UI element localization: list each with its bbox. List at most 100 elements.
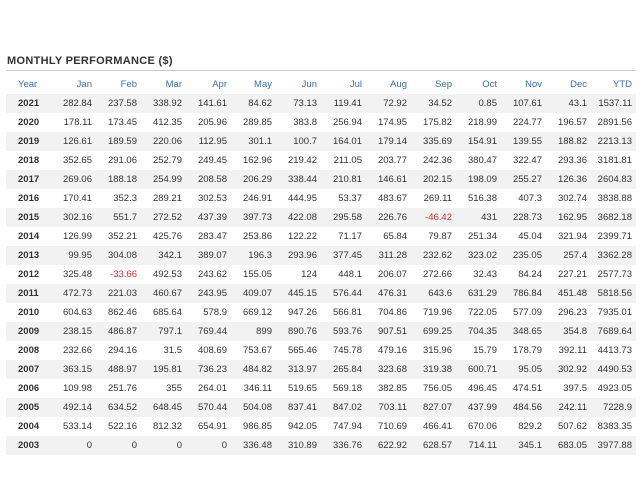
value-cell: 704.86	[366, 303, 411, 322]
value-cell: 206.29	[231, 170, 276, 189]
value-cell: 827.07	[411, 398, 456, 417]
year-cell: 2021	[6, 94, 51, 113]
value-cell: 282.84	[51, 94, 96, 113]
value-cell: 486.87	[96, 322, 141, 341]
column-header-oct: Oct	[482, 79, 497, 90]
value-cell: 71.17	[321, 227, 366, 246]
ytd-cell: 2399.71	[591, 227, 636, 246]
value-cell: 348.65	[501, 322, 546, 341]
ytd-cell: 7228.9	[591, 398, 636, 417]
value-cell: 504.08	[231, 398, 276, 417]
column-header-feb: Feb	[120, 79, 137, 90]
value-cell: 476.31	[366, 284, 411, 303]
year-cell: 2019	[6, 132, 51, 151]
value-cell: 291.06	[96, 151, 141, 170]
value-cell: 710.69	[366, 417, 411, 436]
value-cell: 302.92	[546, 360, 591, 379]
value-cell: 195.81	[141, 360, 186, 379]
column-header-mar: Mar	[165, 79, 182, 90]
value-cell: 53.37	[321, 189, 366, 208]
value-cell: 95.05	[501, 360, 546, 379]
value-cell: 211.05	[321, 151, 366, 170]
year-cell: 2008	[6, 341, 51, 360]
value-cell: 408.69	[186, 341, 231, 360]
value-cell: 437.99	[456, 398, 501, 417]
value-cell: 445.15	[276, 284, 321, 303]
value-cell: 242.11	[546, 398, 591, 417]
value-cell: 648.45	[141, 398, 186, 417]
value-cell: 683.05	[546, 436, 591, 455]
value-cell: 126.36	[546, 170, 591, 189]
year-cell: 2012	[6, 265, 51, 284]
ytd-cell: 3181.81	[591, 151, 636, 170]
year-cell: 2016	[6, 189, 51, 208]
value-cell: 753.67	[231, 341, 276, 360]
ytd-cell: 2577.73	[591, 265, 636, 284]
value-cell: 507.62	[546, 417, 591, 436]
value-cell: 323.68	[366, 360, 411, 379]
value-cell: 0	[186, 436, 231, 455]
value-cell: 0	[141, 436, 186, 455]
value-cell: 604.63	[51, 303, 96, 322]
value-cell: 155.05	[231, 265, 276, 284]
value-cell: 899	[231, 322, 276, 341]
value-cell: 272.66	[411, 265, 456, 284]
value-cell: 73.13	[276, 94, 321, 113]
value-cell: 107.61	[501, 94, 546, 113]
value-cell: 269.11	[411, 189, 456, 208]
value-cell: 745.78	[321, 341, 366, 360]
value-cell: 986.85	[231, 417, 276, 436]
value-cell: 32.43	[456, 265, 501, 284]
value-cell: 293.96	[276, 246, 321, 265]
value-cell: 570.44	[186, 398, 231, 417]
ytd-cell: 7689.64	[591, 322, 636, 341]
value-cell: 119.41	[321, 94, 366, 113]
ytd-cell: 8383.35	[591, 417, 636, 436]
value-cell: 576.44	[321, 284, 366, 303]
value-cell: 72.92	[366, 94, 411, 113]
value-cell: 492.14	[51, 398, 96, 417]
value-cell: 220.06	[141, 132, 186, 151]
value-cell: 643.6	[411, 284, 456, 303]
value-cell: 422.08	[276, 208, 321, 227]
value-cell: 272.52	[141, 208, 186, 227]
value-cell: 565.46	[276, 341, 321, 360]
value-cell: 146.61	[366, 170, 411, 189]
ytd-cell: 3682.18	[591, 208, 636, 227]
year-cell: 2011	[6, 284, 51, 303]
value-cell: 685.64	[141, 303, 186, 322]
value-cell: 311.28	[366, 246, 411, 265]
value-cell: 466.41	[411, 417, 456, 436]
value-cell: 122.22	[276, 227, 321, 246]
value-cell: 112.95	[186, 132, 231, 151]
value-cell: 243.62	[186, 265, 231, 284]
value-cell: 126.61	[51, 132, 96, 151]
value-cell: 338.92	[141, 94, 186, 113]
value-cell: 301.1	[231, 132, 276, 151]
table-row: 2017 269.06 188.18 254.99 208.58 206.29 338.44…	[6, 170, 636, 189]
year-cell: 2010	[6, 303, 51, 322]
value-cell: 382.85	[366, 379, 411, 398]
value-cell: 283.47	[186, 227, 231, 246]
table-row: 2019 126.61 189.59 220.06 112.95 301.1 100.7 16…	[6, 132, 636, 151]
value-cell: 189.59	[96, 132, 141, 151]
value-cell: 313.97	[276, 360, 321, 379]
value-cell: 302.74	[546, 189, 591, 208]
value-cell: 84.24	[501, 265, 546, 284]
value-cell: 257.4	[546, 246, 591, 265]
table-row: 2015 302.16 551.7 272.52 437.39 397.73 422.08 2…	[6, 208, 636, 227]
value-cell: 302.53	[186, 189, 231, 208]
year-cell: 2013	[6, 246, 51, 265]
value-cell: 747.94	[321, 417, 366, 436]
value-cell: 206.07	[366, 265, 411, 284]
value-cell: 232.62	[411, 246, 456, 265]
value-cell: 188.82	[546, 132, 591, 151]
value-cell: 228.73	[501, 208, 546, 227]
value-cell: 488.97	[96, 360, 141, 379]
value-cell: 354.8	[546, 322, 591, 341]
value-cell: 363.15	[51, 360, 96, 379]
value-cell: 253.86	[231, 227, 276, 246]
value-cell: 496.45	[456, 379, 501, 398]
value-cell: 45.04	[501, 227, 546, 246]
value-cell: 336.76	[321, 436, 366, 455]
